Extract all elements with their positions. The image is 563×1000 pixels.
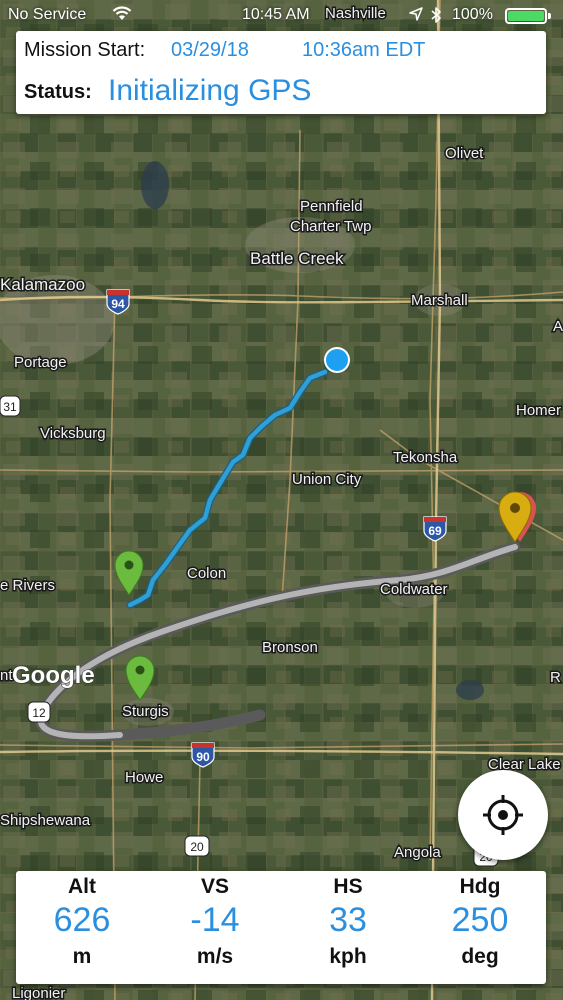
telemetry-unit: m <box>72 945 92 968</box>
place-label: Portage <box>14 354 67 371</box>
place-label: Bronson <box>262 639 318 656</box>
place-label: Olivet <box>445 145 484 162</box>
us-31-label: 31 <box>3 400 17 414</box>
status-label: Status: <box>24 81 92 103</box>
place-label: Shipshewana <box>0 812 91 829</box>
lake <box>456 680 484 700</box>
telemetry-unit: deg <box>461 945 499 968</box>
us-20-label: 20 <box>190 840 204 854</box>
place-label: Howe <box>125 769 163 786</box>
place-label: R <box>550 669 561 686</box>
battery-tip <box>548 13 551 19</box>
place-label: Homer <box>516 402 561 419</box>
telemetry-unit: m/s <box>196 945 234 968</box>
place-label: Pennfield <box>300 198 363 215</box>
place-label: Union City <box>292 471 362 488</box>
telemetry-heading: Hdg 250 deg <box>414 871 546 984</box>
battery-icon <box>505 8 551 24</box>
telemetry-value: 250 <box>451 901 509 939</box>
interstate-69-shield: 69 <box>423 516 447 542</box>
place-label: e Rivers <box>0 577 55 594</box>
place-label: Angola <box>394 844 441 861</box>
lake <box>141 161 169 209</box>
interstate-94-label: 94 <box>111 297 125 311</box>
telemetry-value: 626 <box>53 901 111 939</box>
mission-info-panel: Mission Start: 03/29/18 10:36am EDT Stat… <box>16 31 546 114</box>
interstate-90-label: 90 <box>196 750 210 764</box>
place-label: Battle Creek <box>250 249 344 268</box>
place-label: Marshall <box>411 292 468 309</box>
battery-percent: 100% <box>452 6 493 23</box>
us-20-shield: 20 <box>184 835 210 857</box>
telemetry-unit: kph <box>329 945 367 968</box>
telemetry-horizontal-speed: HS 33 kph <box>282 871 414 984</box>
telemetry-value: -14 <box>190 901 240 939</box>
crosshair-icon <box>483 795 523 835</box>
google-logo: Google <box>12 662 95 689</box>
telemetry-vertical-speed: VS -14 m/s <box>149 871 281 984</box>
status-value: Initializing GPS <box>108 74 312 107</box>
current-position-dot <box>326 349 348 371</box>
location-arrow-icon <box>408 6 424 27</box>
place-label: Vicksburg <box>40 425 106 442</box>
place-label: Ligonier <box>12 985 65 1000</box>
carrier-label: No Service <box>8 6 87 23</box>
place-label: Kalamazoo <box>0 275 85 294</box>
wifi-icon <box>112 6 132 27</box>
mission-start-time: 10:36am EDT <box>302 39 426 61</box>
interstate-90-shield: 90 <box>191 742 215 768</box>
status-bar: No Service 10:45 AM 100% <box>0 0 563 30</box>
telemetry-label: Alt <box>68 875 96 898</box>
us-12-shield: 12 <box>27 701 51 723</box>
mission-start-date: 03/29/18 <box>171 39 249 61</box>
telemetry-value: 33 <box>329 901 367 939</box>
place-label: Coldwater <box>380 581 448 598</box>
telemetry-altitude: Alt 626 m <box>16 871 148 984</box>
app-screen: 94 69 90 31 12 20 20 Nashville <box>0 0 563 1000</box>
telemetry-panel: Alt 626 m VS -14 m/s HS 33 kph Hdg 250 d… <box>16 871 546 984</box>
place-label: Colon <box>187 565 226 582</box>
place-label: Charter Twp <box>290 218 371 235</box>
place-label: Sturgis <box>122 703 169 720</box>
interstate-69-label: 69 <box>428 524 442 538</box>
interstate-94-shield: 94 <box>106 289 130 315</box>
place-label: Tekonsha <box>393 449 458 466</box>
us-12-label: 12 <box>32 706 46 720</box>
status-time: 10:45 AM <box>242 6 310 23</box>
recenter-location-button[interactable] <box>458 770 548 860</box>
telemetry-label: Hdg <box>459 875 501 898</box>
telemetry-label: HS <box>333 875 363 898</box>
us-31-shield: 31 <box>0 395 21 417</box>
battery-level <box>508 11 544 21</box>
place-label: A <box>553 318 563 335</box>
mission-start-label: Mission Start: <box>24 39 146 61</box>
telemetry-label: VS <box>200 875 229 898</box>
bluetooth-icon <box>430 6 442 29</box>
